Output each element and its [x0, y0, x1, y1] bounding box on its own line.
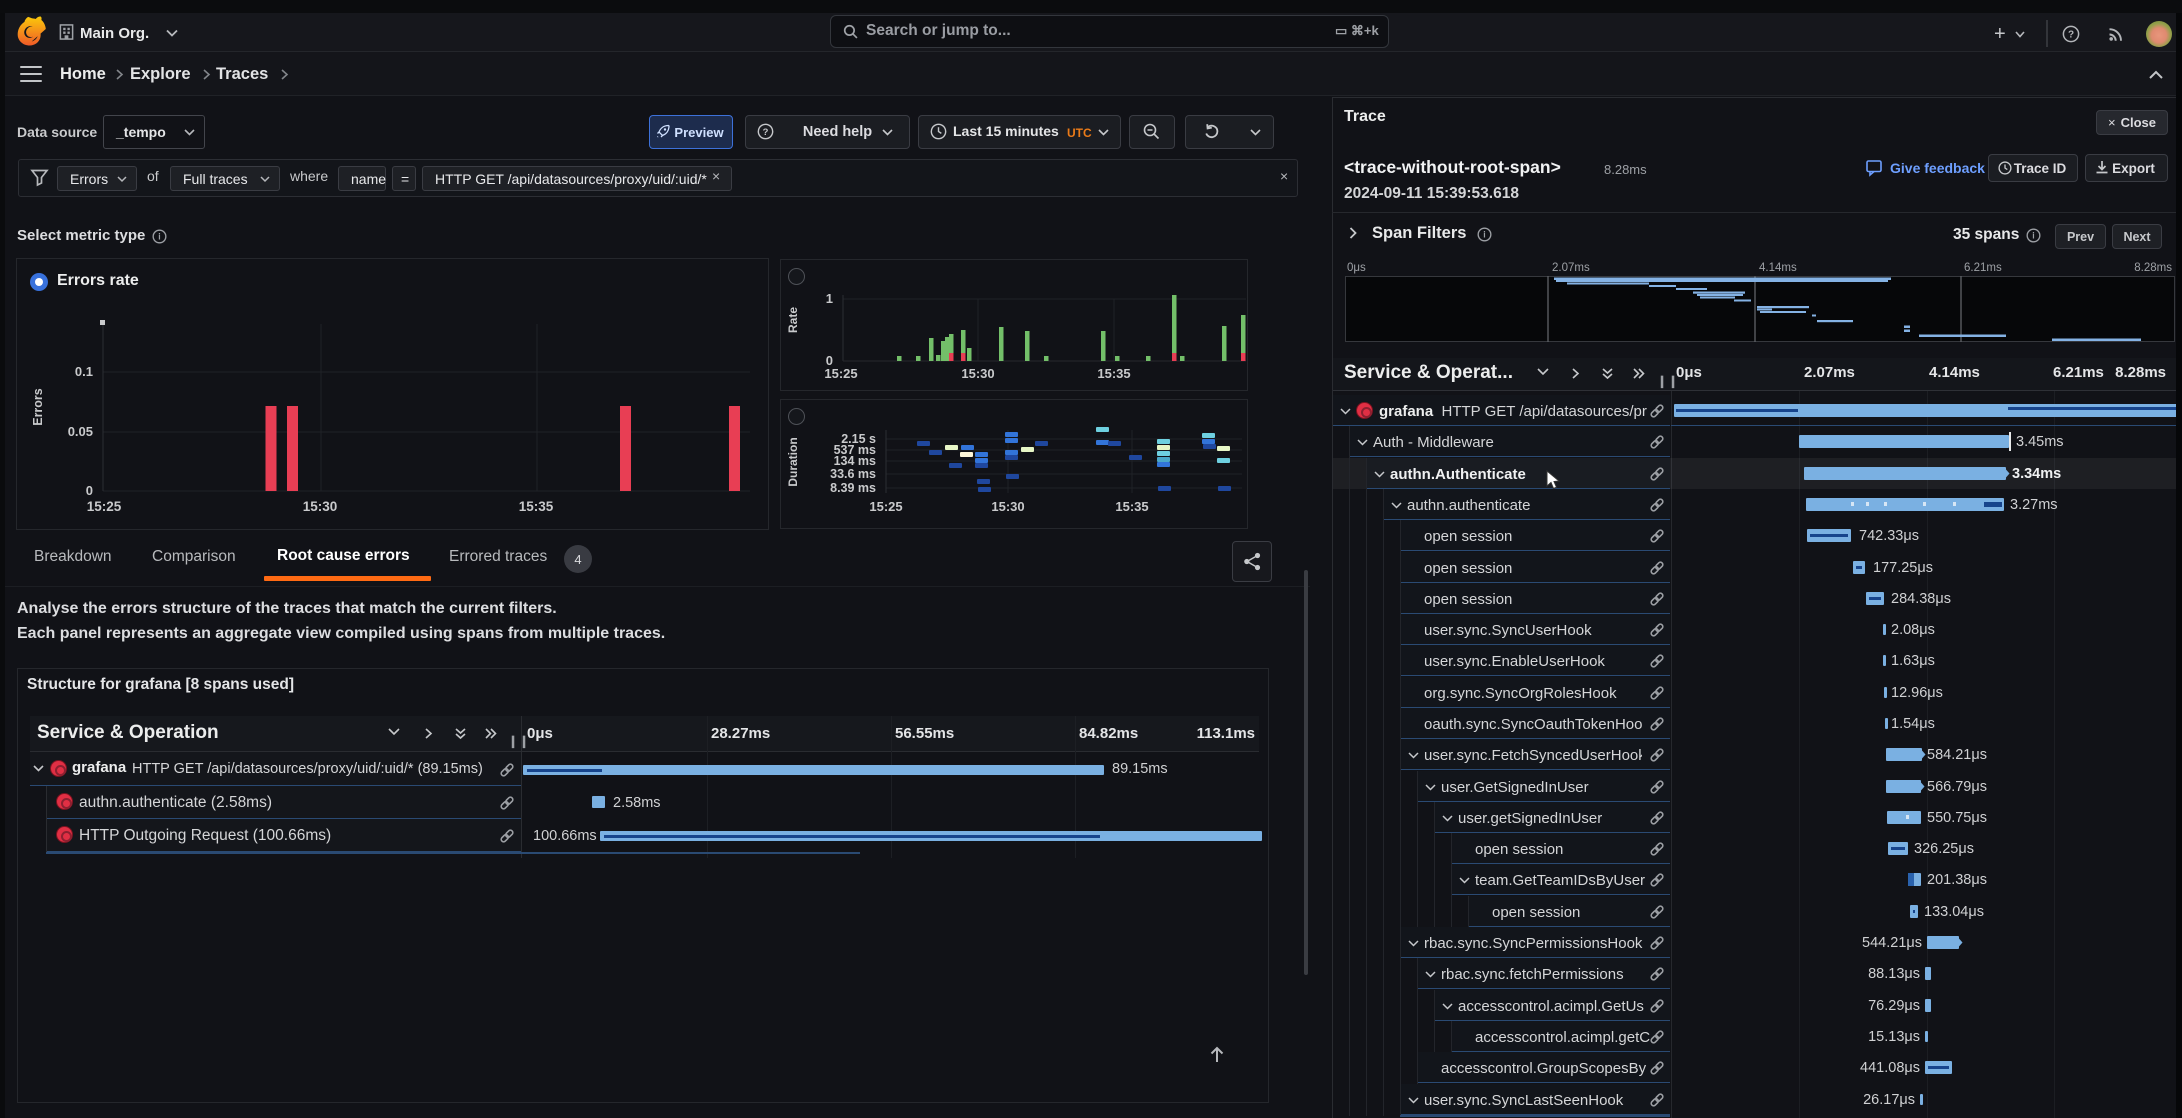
svg-text:Duration: Duration: [786, 437, 800, 486]
svg-text:0.1: 0.1: [75, 364, 93, 379]
svg-text:15:25: 15:25: [87, 499, 122, 514]
svg-text:8.39 ms: 8.39 ms: [830, 481, 876, 495]
svg-text:15:30: 15:30: [991, 499, 1024, 514]
svg-text:Errors: Errors: [31, 388, 45, 426]
svg-text:Rate: Rate: [786, 307, 800, 333]
svg-text:15:25: 15:25: [869, 499, 902, 514]
svg-text:33.6 ms: 33.6 ms: [830, 467, 876, 481]
svg-text:15:35: 15:35: [519, 499, 554, 514]
svg-text:i: i: [158, 232, 160, 242]
svg-text:134 ms: 134 ms: [834, 454, 876, 468]
svg-text:i: i: [1483, 230, 1485, 240]
svg-text:15:30: 15:30: [303, 499, 338, 514]
svg-text:?: ?: [763, 127, 769, 138]
svg-text:15:30: 15:30: [961, 366, 994, 381]
svg-text:0: 0: [86, 483, 93, 498]
svg-text:?: ?: [2068, 30, 2074, 41]
svg-text:15:35: 15:35: [1115, 499, 1148, 514]
svg-text:0.05: 0.05: [68, 424, 93, 439]
svg-text:15:35: 15:35: [1097, 366, 1130, 381]
svg-text:1: 1: [826, 291, 833, 306]
svg-text:15:25: 15:25: [824, 366, 857, 381]
svg-text:i: i: [2032, 231, 2034, 241]
